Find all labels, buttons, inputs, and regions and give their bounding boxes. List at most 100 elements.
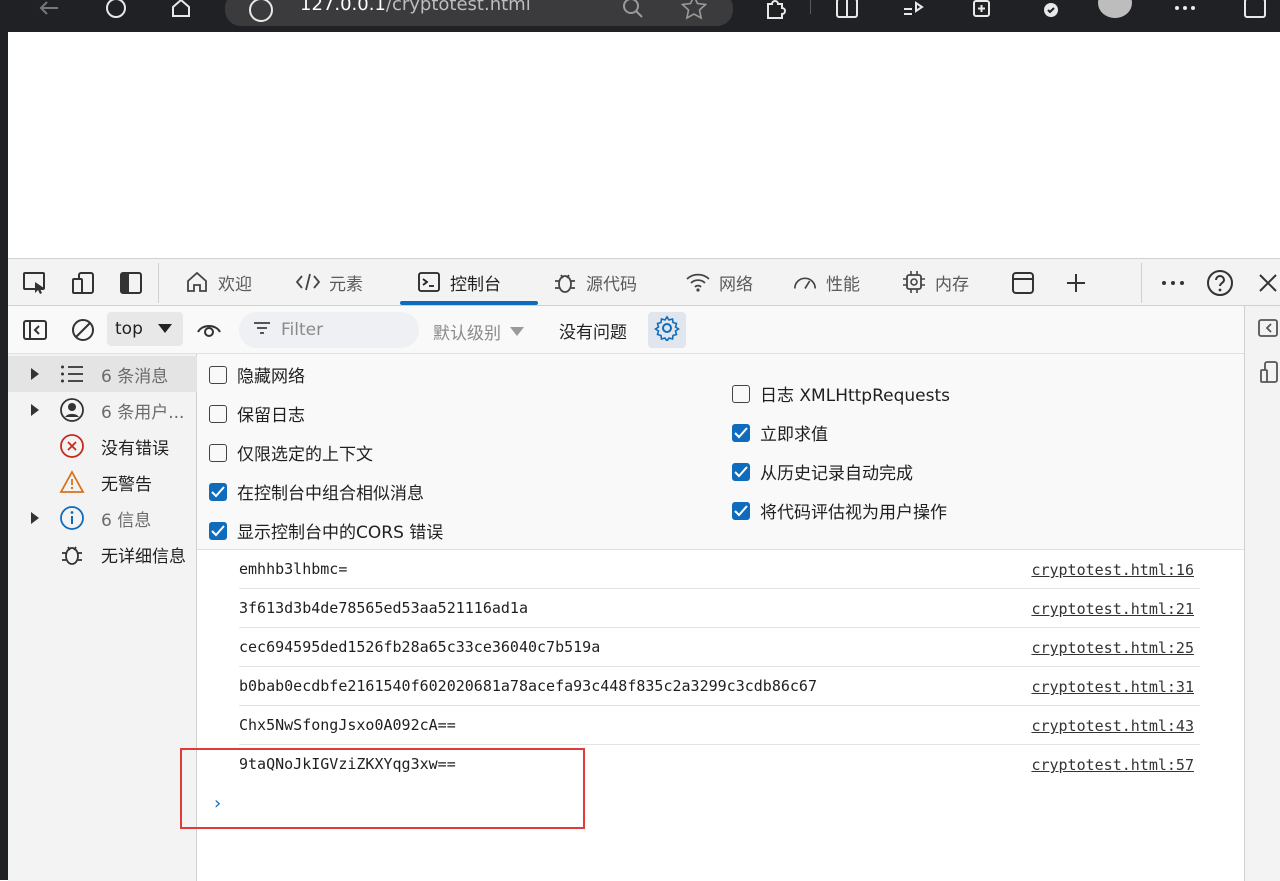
- tab-memory[interactable]: 内存: [901, 259, 969, 305]
- source-link[interactable]: cryptotest.html:43: [1031, 717, 1194, 735]
- tab-console[interactable]: 控制台: [416, 259, 501, 305]
- expand-arrow-icon[interactable]: [30, 366, 44, 382]
- context-selector[interactable]: top: [107, 312, 183, 346]
- message-text: emhhb3lhbmc=: [239, 560, 348, 578]
- checkbox[interactable]: [209, 365, 227, 384]
- chip-icon: [901, 269, 927, 295]
- split-screen-icon[interactable]: [832, 0, 862, 22]
- dropdown-arrow-icon: [157, 319, 173, 339]
- checkbox-checked[interactable]: [732, 423, 750, 442]
- user-icon: [58, 396, 86, 424]
- sidebar-item-label: 无详细信息: [101, 546, 186, 567]
- source-link[interactable]: cryptotest.html:57: [1031, 756, 1194, 774]
- source-link[interactable]: cryptotest.html:31: [1031, 678, 1194, 696]
- help-icon[interactable]: [1205, 268, 1235, 298]
- more-menu-icon[interactable]: [1170, 0, 1200, 22]
- checkbox-checked[interactable]: [209, 482, 227, 501]
- customize-menu-icon[interactable]: [1158, 268, 1188, 298]
- browser-essentials-icon[interactable]: [1032, 0, 1062, 22]
- setting-autocomplete-history[interactable]: 从历史记录自动完成: [732, 459, 913, 484]
- show-sidebar-icon[interactable]: [20, 315, 50, 345]
- sidebar-item-verbose[interactable]: 无详细信息: [8, 536, 197, 572]
- site-info-icon[interactable]: [249, 0, 273, 22]
- sidebar-toggle-icon[interactable]: [1240, 0, 1270, 22]
- extensions-icon[interactable]: [760, 0, 790, 22]
- tab-performance[interactable]: 性能: [792, 259, 860, 305]
- setting-label: 隐藏网络: [237, 367, 305, 387]
- setting-preserve-log[interactable]: 保留日志: [209, 401, 305, 426]
- filter-input[interactable]: Filter: [239, 312, 419, 348]
- log-levels-dropdown[interactable]: 默认级别: [433, 319, 525, 344]
- home-icon[interactable]: [166, 0, 196, 22]
- sidebar-item-label: 6 条消息: [101, 366, 169, 387]
- setting-label: 从历史记录自动完成: [760, 464, 913, 484]
- expand-arrow-icon[interactable]: [30, 402, 44, 418]
- collections-icon[interactable]: [966, 0, 996, 22]
- device-icon[interactable]: [1259, 360, 1279, 389]
- filter-icon: [253, 320, 271, 340]
- message-text: 3f613d3b4de78565ed53aa521116ad1a: [239, 599, 528, 617]
- dock-sidebar-icon[interactable]: [116, 268, 146, 298]
- setting-user-gesture[interactable]: 将代码评估视为用户操作: [732, 498, 947, 523]
- address-bar[interactable]: 127.0.0.1/cryptotest.html: [225, 0, 733, 26]
- filter-placeholder: Filter: [281, 320, 324, 340]
- tab-welcome[interactable]: 欢迎: [184, 259, 252, 305]
- setting-hide-network[interactable]: 隐藏网络: [209, 362, 305, 387]
- live-expression-icon[interactable]: [194, 315, 224, 345]
- refresh-icon[interactable]: [101, 0, 131, 22]
- tab-network[interactable]: 网络: [685, 259, 753, 305]
- setting-log-xhr[interactable]: 日志 XMLHttpRequests: [732, 381, 950, 406]
- back-icon[interactable]: [34, 0, 64, 22]
- console-message: cec694595ded1526fb28a65c33ce36040c7b519a…: [239, 628, 1200, 667]
- expand-arrow-icon[interactable]: [30, 510, 44, 526]
- favorites-icon[interactable]: [898, 0, 928, 22]
- source-link[interactable]: cryptotest.html:21: [1031, 600, 1194, 618]
- setting-label: 立即求值: [760, 425, 828, 445]
- source-link[interactable]: cryptotest.html:16: [1031, 561, 1194, 579]
- sidebar-item-messages[interactable]: 6 条消息: [8, 356, 197, 392]
- checkbox[interactable]: [732, 384, 750, 403]
- device-emulation-icon[interactable]: [68, 268, 98, 298]
- setting-selected-context-only[interactable]: 仅限选定的上下文: [209, 440, 373, 465]
- favorite-star-icon[interactable]: [680, 0, 708, 25]
- source-link[interactable]: cryptotest.html:25: [1031, 639, 1194, 657]
- search-icon[interactable]: [621, 0, 645, 25]
- message-text: Chx5NwSfongJsxo0A092cA==: [239, 716, 456, 734]
- inspect-element-icon[interactable]: [20, 268, 50, 298]
- setting-eager-eval[interactable]: 立即求值: [732, 420, 828, 445]
- sidebar-item-label: 无警告: [101, 474, 152, 495]
- setting-show-cors-errors[interactable]: 显示控制台中的CORS 错误: [209, 518, 443, 543]
- console-settings-button[interactable]: [648, 312, 686, 348]
- setting-label: 在控制台中组合相似消息: [237, 484, 424, 504]
- console-message: b0bab0ecdbfe2161540f602020681a78acefa93c…: [239, 667, 1200, 706]
- dock-side-icon[interactable]: [1257, 318, 1279, 343]
- tab-sources[interactable]: 源代码: [552, 259, 637, 305]
- sidebar-item-errors[interactable]: 没有错误: [8, 428, 197, 464]
- checkbox-checked[interactable]: [732, 462, 750, 481]
- setting-group-similar[interactable]: 在控制台中组合相似消息: [209, 479, 424, 504]
- tab-label: 性能: [826, 274, 860, 295]
- checkbox-checked[interactable]: [209, 521, 227, 540]
- console-sidebar: 6 条消息 6 条用户... 没有错误 无警告 6 信息 无详细信息: [8, 354, 197, 881]
- sidebar-item-info[interactable]: 6 信息: [8, 500, 197, 536]
- tab-elements[interactable]: 元素: [295, 259, 363, 305]
- toolbar-divider: [810, 0, 811, 14]
- issues-counter[interactable]: 没有问题: [559, 318, 627, 343]
- wifi-icon: [685, 269, 711, 295]
- tab-label: 内存: [935, 274, 969, 295]
- more-panels-icon[interactable]: [1008, 268, 1038, 298]
- sidebar-item-user-messages[interactable]: 6 条用户...: [8, 392, 197, 428]
- address-url: 127.0.0.1/cryptotest.html: [300, 0, 531, 15]
- checkbox-checked[interactable]: [732, 501, 750, 520]
- drawer-strip: [1244, 306, 1280, 881]
- checkbox[interactable]: [209, 404, 227, 423]
- close-devtools-icon[interactable]: [1253, 268, 1280, 298]
- gear-icon: [654, 315, 680, 346]
- setting-label: 显示控制台中的CORS 错误: [237, 523, 444, 543]
- sidebar-item-warnings[interactable]: 无警告: [8, 464, 197, 500]
- tab-label: 元素: [329, 274, 363, 295]
- add-panel-icon[interactable]: [1061, 268, 1091, 298]
- checkbox[interactable]: [209, 443, 227, 462]
- clear-console-icon[interactable]: [68, 315, 98, 345]
- profile-avatar[interactable]: [1098, 0, 1132, 18]
